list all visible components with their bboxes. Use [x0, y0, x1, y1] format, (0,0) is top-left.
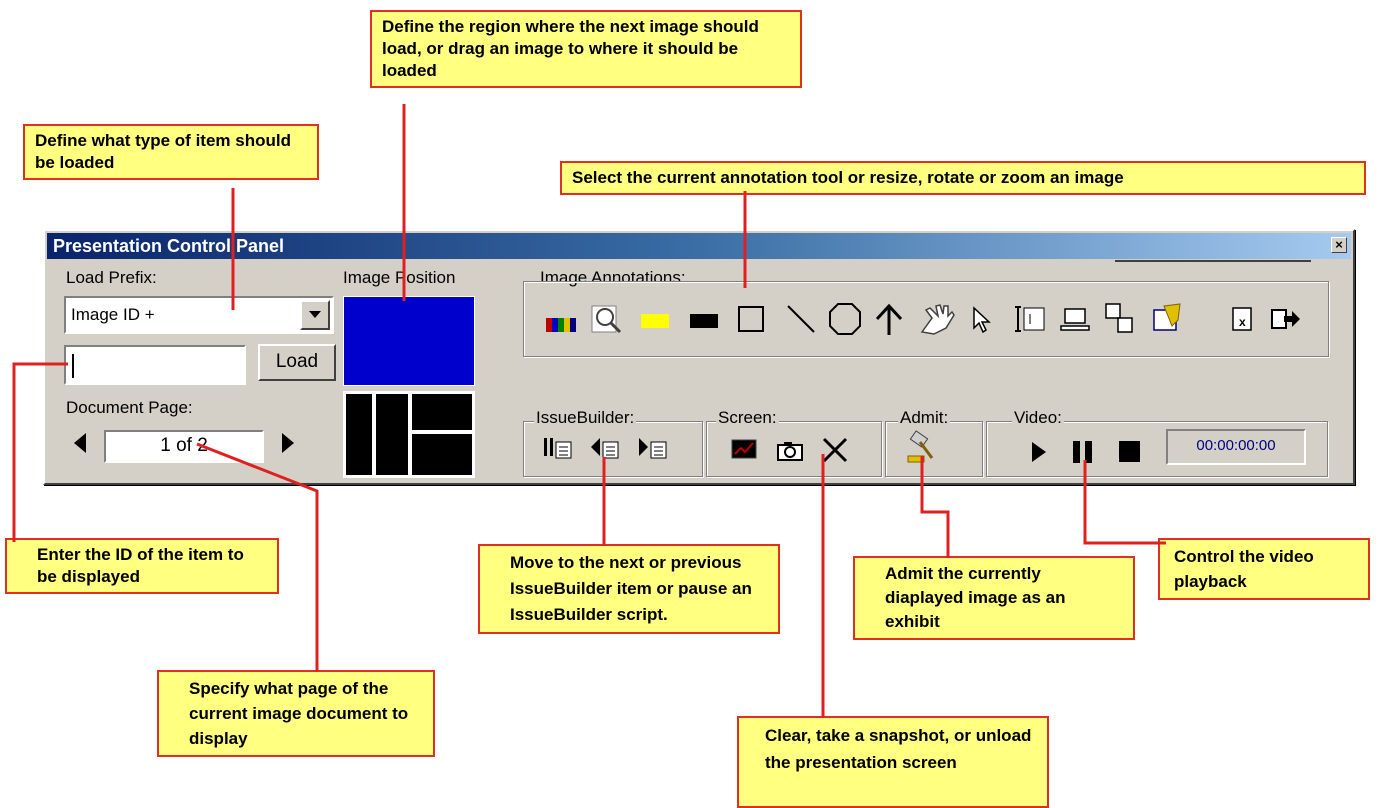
issuebuilder-pause-icon[interactable]	[543, 436, 573, 460]
title-bar: Presentation Control Panel ×	[47, 233, 1351, 259]
callout-admit: Admit the currently diaplayed image as a…	[853, 556, 1135, 640]
hand-pan-icon[interactable]	[916, 302, 956, 336]
callout-region: Define the region where the next image s…	[370, 10, 802, 88]
dropdown-arrow-button[interactable]	[300, 300, 330, 330]
admit-label: Admit:	[898, 408, 951, 428]
position-bottom-right[interactable]	[412, 434, 472, 475]
image-position-grid[interactable]	[343, 391, 475, 478]
redact-tool-icon[interactable]	[690, 314, 718, 328]
window-title: Presentation Control Panel	[53, 236, 285, 256]
load-prefix-value: Image ID +	[71, 305, 155, 324]
callout-issuebuilder: Move to the next or previous IssueBuilde…	[478, 544, 780, 634]
annotations-sunken-line	[1115, 260, 1311, 262]
callout-screen: Clear, take a snapshot, or unload the pr…	[737, 716, 1049, 808]
highlight-tool-icon[interactable]	[641, 314, 669, 328]
callout-page: Specify what page of the current image d…	[157, 670, 435, 757]
ellipse-tool-icon[interactable]	[828, 302, 862, 336]
rectangle-tool-icon[interactable]	[738, 306, 764, 332]
load-prefix-label: Load Prefix:	[66, 268, 157, 287]
stamp-tool-icon[interactable]	[1150, 302, 1184, 334]
callout-enter-id: Enter the ID of the item to be displayed	[5, 538, 279, 594]
snapshot-camera-icon[interactable]	[776, 440, 804, 462]
play-icon[interactable]	[1030, 440, 1048, 464]
chevron-down-icon	[309, 311, 321, 318]
pointer-icon[interactable]	[970, 306, 994, 334]
arrow-tool-icon[interactable]	[874, 302, 904, 336]
rotate-icon[interactable]	[1104, 302, 1136, 334]
admit-exhibit-icon[interactable]	[906, 430, 940, 464]
prev-page-icon[interactable]	[72, 431, 88, 455]
unload-screen-icon[interactable]	[821, 436, 849, 464]
load-prefix-select[interactable]: Image ID +	[64, 296, 334, 334]
text-cursor	[72, 354, 74, 378]
presentation-screen-icon[interactable]	[731, 438, 759, 462]
callout-video: Control the video playback	[1158, 538, 1370, 600]
position-top-right[interactable]	[412, 394, 472, 430]
image-position-full[interactable]	[343, 296, 475, 386]
screen-label: Screen:	[716, 408, 779, 428]
close-button[interactable]: ×	[1331, 237, 1347, 253]
text-select-icon[interactable]	[1014, 304, 1048, 334]
video-timecode-field: 00:00:00:00	[1166, 429, 1306, 465]
item-id-input[interactable]	[64, 345, 246, 385]
callout-annotation: Select the current annotation tool or re…	[560, 161, 1366, 195]
issuebuilder-previous-icon[interactable]	[590, 436, 620, 460]
resize-icon[interactable]	[1060, 306, 1090, 334]
position-left[interactable]	[346, 394, 372, 475]
next-page-icon[interactable]	[280, 431, 296, 455]
load-button[interactable]: Load	[258, 344, 336, 381]
zoom-icon[interactable]	[590, 302, 624, 334]
color-palette-icon[interactable]	[546, 312, 576, 332]
exit-tool-icon[interactable]	[1270, 306, 1302, 334]
pause-icon[interactable]	[1072, 440, 1094, 464]
video-label: Video:	[1012, 408, 1064, 428]
line-tool-icon[interactable]	[786, 304, 816, 334]
position-middle[interactable]	[376, 394, 408, 475]
stop-icon[interactable]	[1119, 441, 1140, 462]
image-position-label: Image Position	[343, 268, 456, 287]
issuebuilder-next-icon[interactable]	[638, 436, 668, 460]
callout-item-type: Define what type of item should be loade…	[23, 124, 319, 180]
issuebuilder-label: IssueBuilder:	[534, 408, 637, 428]
svg-text:x: x	[1239, 315, 1246, 329]
clear-annotations-icon[interactable]: x	[1230, 306, 1256, 334]
page-number-field[interactable]: 1 of 2	[104, 430, 264, 463]
document-page-label: Document Page:	[66, 398, 193, 417]
